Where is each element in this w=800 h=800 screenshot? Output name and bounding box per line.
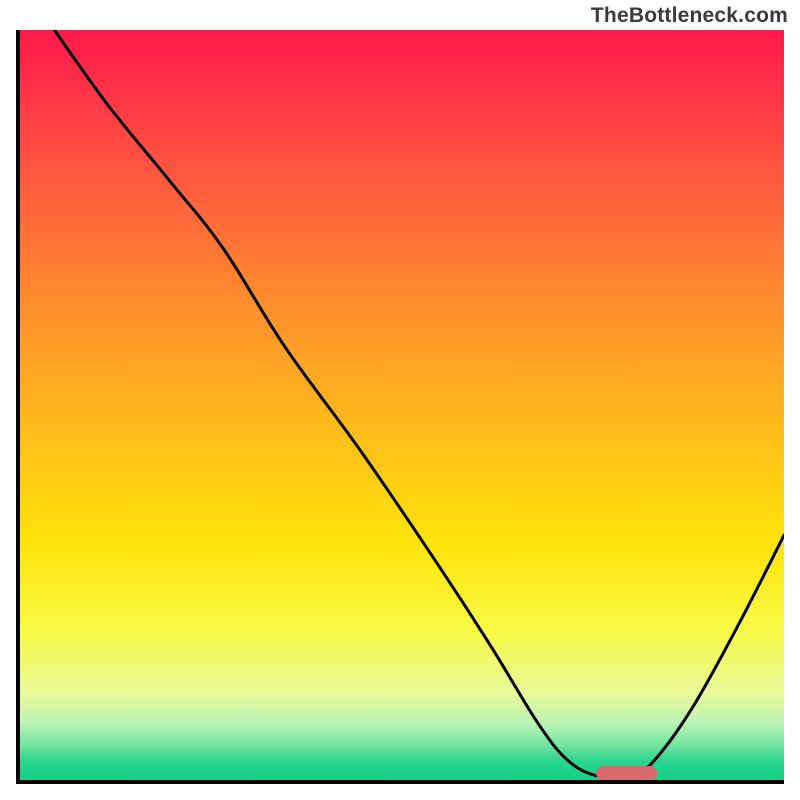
optimal-marker-pill bbox=[596, 766, 658, 780]
plot-wrapper bbox=[16, 30, 784, 784]
y-axis-line bbox=[16, 30, 20, 784]
bottleneck-curve bbox=[16, 30, 784, 784]
x-axis-line bbox=[16, 780, 784, 784]
watermark-text: TheBottleneck.com bbox=[591, 4, 788, 28]
chart-root: TheBottleneck.com bbox=[0, 0, 800, 800]
